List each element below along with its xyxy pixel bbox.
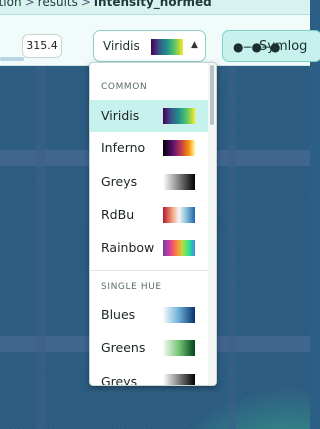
menu-group-heading-common: COMMON bbox=[101, 82, 148, 92]
colormap-select-button[interactable]: Viridis ▲ bbox=[93, 30, 206, 62]
menu-option-label: Viridis bbox=[101, 108, 140, 123]
menu-divider bbox=[90, 270, 208, 271]
domain-max-input[interactable]: 315.4 bbox=[22, 34, 62, 58]
menu-option-label: Greys bbox=[101, 174, 138, 189]
blues-gradient-icon bbox=[163, 307, 195, 323]
heatmap-gap-band bbox=[36, 66, 46, 429]
menu-option-rainbow[interactable]: Rainbow bbox=[90, 232, 208, 264]
menu-option-greys-single[interactable]: Greys bbox=[90, 366, 208, 386]
menu-option-label: RdBu bbox=[101, 207, 135, 222]
viridis-gradient-icon bbox=[151, 39, 183, 55]
menu-option-blues[interactable]: Blues bbox=[90, 299, 208, 331]
breadcrumb-item[interactable]: ction bbox=[0, 0, 22, 9]
symlog-toggle-button[interactable]: ●−●−● Symlog bbox=[222, 30, 320, 62]
colormap-dropdown-menu: COMMON Viridis Inferno Greys RdBu Rainbo… bbox=[89, 62, 217, 386]
menu-scrollbar[interactable] bbox=[208, 63, 216, 385]
viridis-gradient-icon bbox=[163, 108, 195, 124]
menu-option-greys[interactable]: Greys bbox=[90, 166, 208, 198]
menu-option-label: Greens bbox=[101, 340, 146, 355]
rainbow-gradient-icon bbox=[163, 240, 195, 256]
menu-option-greens[interactable]: Greens bbox=[90, 332, 208, 364]
menu-option-label: Greys bbox=[101, 374, 138, 386]
greens-gradient-icon bbox=[163, 340, 195, 356]
colormap-select-label: Viridis bbox=[103, 39, 140, 53]
menu-option-label: Blues bbox=[101, 307, 136, 322]
breadcrumb-current: intensity_normed bbox=[93, 0, 212, 9]
menu-option-label: Inferno bbox=[101, 140, 146, 155]
symlog-label: Symlog bbox=[259, 39, 308, 54]
menu-option-rdbu[interactable]: RdBu bbox=[90, 199, 208, 231]
menu-option-viridis[interactable]: Viridis bbox=[90, 100, 208, 132]
breadcrumb-separator: > bbox=[24, 0, 35, 9]
toolbar: 315.4 Viridis ▲ ●−●−● Symlog bbox=[0, 15, 320, 66]
menu-scrollbar-thumb[interactable] bbox=[210, 65, 214, 125]
menu-option-inferno[interactable]: Inferno bbox=[90, 132, 208, 164]
rdbu-gradient-icon bbox=[163, 207, 195, 223]
caret-up-icon: ▲ bbox=[191, 40, 198, 50]
inferno-gradient-icon bbox=[163, 140, 195, 156]
menu-group-heading-single-hue: SINGLE HUE bbox=[101, 282, 162, 292]
heatmap-gap-band bbox=[228, 66, 236, 429]
domain-slider-track[interactable] bbox=[0, 57, 24, 61]
breadcrumb-item[interactable]: results bbox=[38, 0, 78, 9]
breadcrumb-separator: > bbox=[80, 0, 91, 9]
menu-option-label: Rainbow bbox=[101, 240, 155, 255]
breadcrumb: ction>results>intensity_normed bbox=[0, 0, 310, 15]
greys-gradient-icon bbox=[163, 374, 195, 385]
greys-gradient-icon bbox=[163, 174, 195, 190]
